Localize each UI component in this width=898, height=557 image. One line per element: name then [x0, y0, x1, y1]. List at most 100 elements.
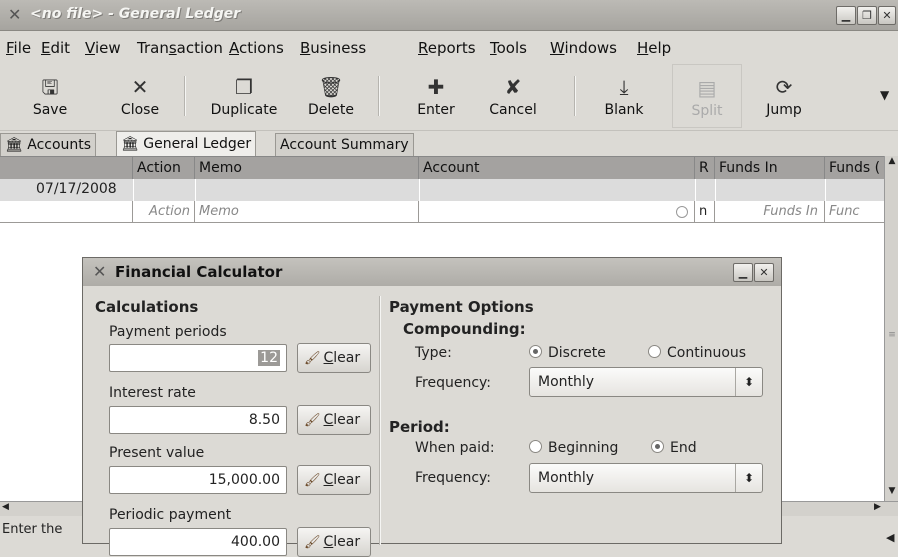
menu-view[interactable]: View [85, 39, 121, 57]
interest-rate-label: Interest rate [109, 385, 196, 401]
minimize-icon[interactable]: ▁ [836, 6, 856, 25]
duplicate-icon: ❐ [235, 75, 253, 99]
maximize-icon[interactable]: ❐ [857, 6, 877, 25]
tab-general-ledger[interactable]: 🏛 General Ledger [116, 131, 257, 157]
period-heading: Period: [389, 418, 450, 436]
menu-help[interactable]: Help [637, 39, 671, 57]
payment-periods-label: Payment periods [109, 324, 227, 340]
vertical-scrollbar[interactable]: ▲ ≡ ▼ [884, 156, 898, 501]
scroll-right-icon[interactable]: ▶ [874, 502, 881, 512]
split-button[interactable]: ▤ Split [672, 64, 742, 128]
compounding-frequency-select[interactable]: Monthly ⬍ [529, 367, 763, 397]
close-window-icon[interactable]: ✕ [878, 6, 896, 25]
header-account: Account [419, 157, 695, 179]
periodic-payment-label: Periodic payment [109, 507, 232, 523]
account-cell[interactable] [419, 201, 695, 223]
close-dialog-icon[interactable]: ✕ [754, 263, 774, 282]
type-label: Type: [415, 345, 452, 361]
scroll-left-icon[interactable]: ◀ [2, 502, 9, 512]
tab-bar: 🏛 Accounts 🏛 General Ledger Account Summ… [0, 131, 898, 157]
scroll-down-icon[interactable]: ▼ [886, 486, 898, 500]
brush-icon: 🖌 [304, 473, 321, 488]
status-text: Enter the [2, 522, 63, 537]
blank-button[interactable]: ⤓ Blank [592, 64, 656, 128]
row-date: 07/17/2008 [36, 181, 117, 197]
scroll-up-icon[interactable]: ▲ [886, 156, 898, 170]
dialog-titlebar: ✕ Financial Calculator ▁ ✕ [83, 258, 781, 286]
bank-icon: 🏛 [5, 137, 23, 153]
menu-edit[interactable]: Edit [41, 39, 70, 57]
account-combo-icon[interactable] [676, 206, 688, 218]
financial-calculator-dialog: ✕ Financial Calculator ▁ ✕ Calculations … [82, 257, 782, 557]
column-separator [379, 296, 381, 545]
toolbar-overflow-icon[interactable]: ▼ [880, 88, 889, 102]
clear-payment-periods-button[interactable]: 🖌 Clear [297, 343, 371, 373]
header-action: Action [133, 157, 195, 179]
app-x-icon: ✕ [8, 5, 22, 24]
discrete-radio[interactable]: Discrete [529, 345, 606, 361]
enter-button[interactable]: ✚ Enter [404, 64, 468, 128]
action-cell[interactable]: Action [133, 201, 195, 223]
period-frequency-label: Frequency: [415, 470, 492, 486]
menu-tools[interactable]: Tools [490, 39, 527, 57]
menu-business[interactable]: Business [300, 39, 366, 57]
toolbar: 🖫 Save ✕ Close ❐ Duplicate 🗑 Delete ✚ En… [0, 64, 898, 131]
brush-icon: 🖌 [304, 351, 321, 366]
status-arrow-icon: ◀ [886, 531, 895, 544]
menu-windows[interactable]: Windows [550, 39, 617, 57]
menu-reports[interactable]: Reports [418, 39, 476, 57]
clear-periodic-payment-button[interactable]: 🖌 Clear [297, 527, 371, 557]
updown-arrow-icon: ⬍ [735, 464, 762, 492]
end-radio[interactable]: End [651, 440, 697, 456]
radio-selected-icon [651, 440, 664, 453]
when-paid-label: When paid: [415, 440, 495, 456]
cancel-button[interactable]: ✘ Cancel [476, 64, 550, 128]
menu-actions[interactable]: Actions [229, 39, 284, 57]
brush-icon: 🖌 [304, 413, 321, 428]
arrow-down-icon: ⤓ [619, 75, 629, 99]
present-value-label: Present value [109, 445, 205, 461]
funds-out-cell[interactable]: Func [825, 201, 884, 223]
minimize-icon[interactable]: ▁ [733, 263, 753, 282]
brush-icon: 🖌 [304, 535, 321, 550]
compounding-heading: Compounding: [403, 320, 526, 338]
menu-file[interactable]: File [6, 39, 31, 57]
close-icon: ✕ [131, 75, 149, 99]
continuous-radio[interactable]: Continuous [648, 345, 746, 361]
table-row[interactable]: 07/17/2008 [0, 179, 884, 201]
delete-button[interactable]: 🗑 Delete [296, 64, 366, 128]
trash-icon: 🗑 [318, 75, 344, 99]
interest-rate-input[interactable]: 8.50 [109, 406, 287, 434]
save-button[interactable]: 🖫 Save [20, 64, 80, 128]
header-reconcile: R [695, 157, 715, 179]
header-memo: Memo [195, 157, 419, 179]
toolbar-separator [574, 76, 576, 116]
clear-present-value-button[interactable]: 🖌 Clear [297, 465, 371, 495]
clear-interest-rate-button[interactable]: 🖌 Clear [297, 405, 371, 435]
scroll-grip-icon[interactable]: ≡ [886, 330, 898, 340]
dialog-title: Financial Calculator [115, 263, 283, 281]
present-value-input[interactable]: 15,000.00 [109, 466, 287, 494]
tab-account-summary[interactable]: Account Summary [275, 133, 414, 156]
payment-periods-input[interactable]: 12 [109, 344, 287, 372]
plus-icon: ✚ [427, 75, 445, 99]
reconcile-cell[interactable]: n [695, 201, 715, 223]
menu-transaction[interactable]: Transaction [137, 39, 223, 57]
header-date [0, 157, 133, 179]
jump-button[interactable]: ⟳ Jump [752, 64, 816, 128]
bank-icon: 🏛 [121, 136, 139, 152]
period-frequency-select[interactable]: Monthly ⬍ [529, 463, 763, 493]
date-cell[interactable] [0, 201, 133, 223]
app-x-icon: ✕ [93, 262, 107, 281]
funds-in-cell[interactable]: Funds In [715, 201, 825, 223]
duplicate-button[interactable]: ❐ Duplicate [198, 64, 290, 128]
save-icon: 🖫 [41, 75, 59, 99]
close-button[interactable]: ✕ Close [110, 64, 170, 128]
tab-accounts[interactable]: 🏛 Accounts [0, 133, 97, 156]
memo-cell[interactable]: Memo [195, 201, 419, 223]
calculations-heading: Calculations [95, 298, 199, 316]
beginning-radio[interactable]: Beginning [529, 440, 618, 456]
periodic-payment-input[interactable]: 400.00 [109, 528, 287, 556]
menu-bar: File Edit View Transaction Actions Busin… [0, 31, 898, 64]
compounding-frequency-label: Frequency: [415, 375, 492, 391]
